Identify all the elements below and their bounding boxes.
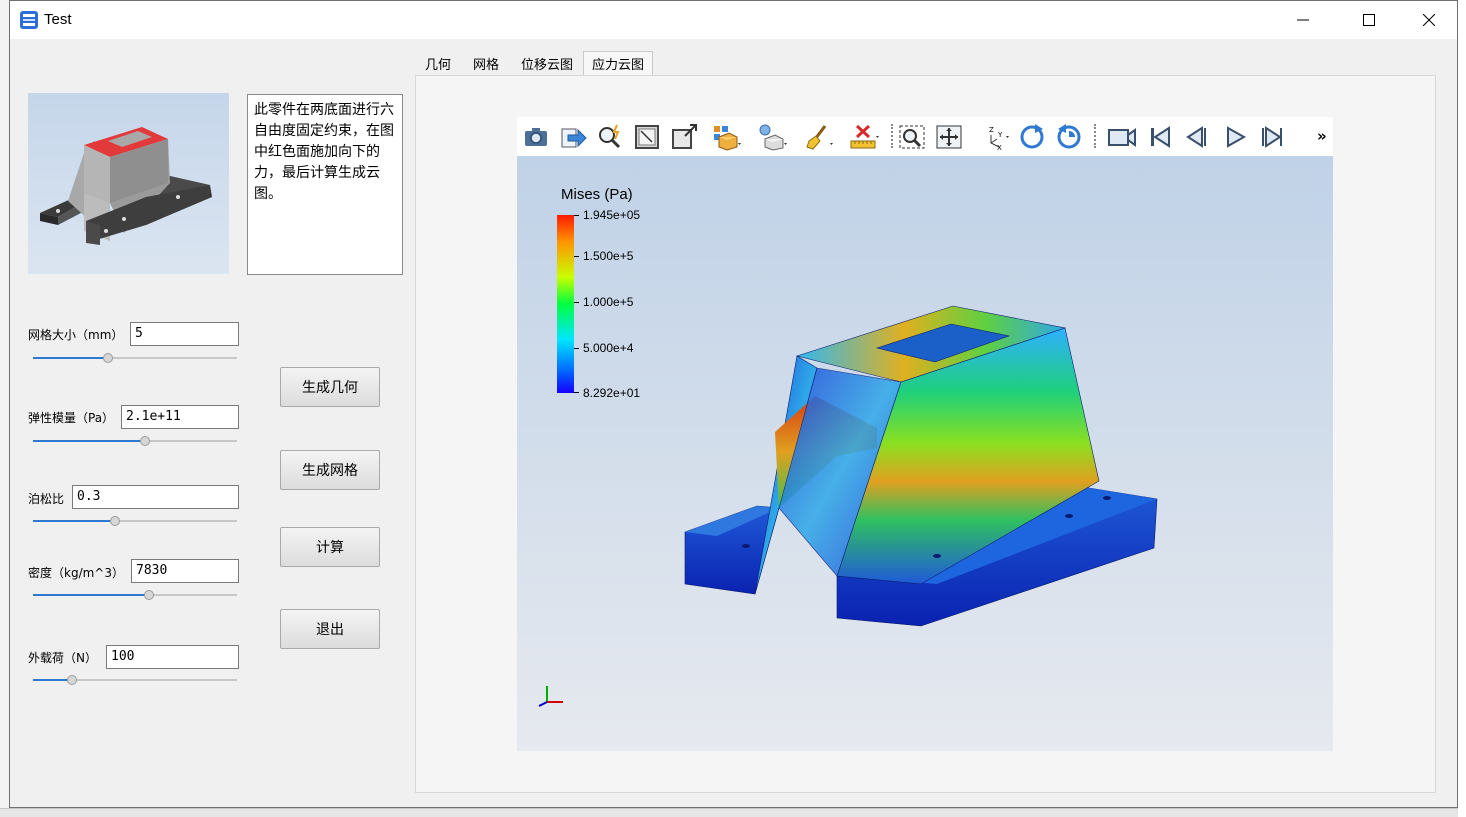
tab-stress[interactable]: 应力云图 xyxy=(583,51,653,75)
slider-thumb[interactable] xyxy=(144,590,155,600)
slider-fill xyxy=(33,594,150,596)
slider-thumb[interactable] xyxy=(103,353,114,363)
mesh-size-label: 网格大小（mm） xyxy=(28,328,124,342)
slider-fill xyxy=(33,679,72,681)
youngs-modulus-input[interactable]: 2.1e+11 xyxy=(121,405,239,429)
tab-geometry[interactable]: 几何 xyxy=(418,51,458,75)
pan-icon[interactable] xyxy=(934,123,964,151)
part-illustration xyxy=(40,127,212,245)
prev-frame-icon[interactable] xyxy=(1182,123,1212,151)
toolbar-separator xyxy=(891,124,893,148)
more-icon[interactable]: » xyxy=(1317,127,1327,145)
density-slider[interactable] xyxy=(33,590,237,600)
play-icon[interactable] xyxy=(1220,123,1250,151)
clear-brush-icon[interactable] xyxy=(803,123,833,151)
mesh-size-slider[interactable] xyxy=(33,353,237,363)
reset-view-icon[interactable] xyxy=(669,123,699,151)
rotate-ccw-icon[interactable] xyxy=(1054,123,1084,151)
toolbar-separator xyxy=(1094,124,1096,148)
svg-text:Y: Y xyxy=(997,131,1003,139)
slider-fill xyxy=(33,440,146,442)
zoom-box-icon[interactable] xyxy=(897,123,927,151)
lighting-icon[interactable] xyxy=(757,123,787,151)
background-window-strip-right xyxy=(1458,0,1466,817)
background-window-strip xyxy=(0,808,1466,817)
camera-icon[interactable] xyxy=(1107,123,1137,151)
last-frame-icon[interactable] xyxy=(1257,123,1287,151)
svg-text:Z: Z xyxy=(989,126,994,134)
maximize-button[interactable] xyxy=(1340,1,1398,39)
external-load-label: 外载荷（N） xyxy=(28,651,97,665)
screenshot-icon[interactable] xyxy=(521,123,551,151)
axes-orientation-icon[interactable]: ZYX xyxy=(979,123,1009,151)
viewer-toolbar: ZYX » xyxy=(517,117,1333,156)
svg-text:X: X xyxy=(997,144,1002,151)
generate-mesh-button[interactable]: 生成网格 xyxy=(280,450,380,490)
slider-fill xyxy=(33,357,109,359)
density-input[interactable]: 7830 xyxy=(131,559,239,583)
axes-triad-icon xyxy=(538,686,563,707)
stress-viewer[interactable]: ZYX » Mises (Pa) 1.945e+05 1.500e+5 1.00… xyxy=(517,117,1333,751)
youngs-modulus-label: 弹性模量（Pa） xyxy=(28,411,115,425)
remove-ruler-icon[interactable] xyxy=(849,123,879,151)
first-frame-icon[interactable] xyxy=(1145,123,1175,151)
display-mode-icon[interactable] xyxy=(711,123,741,151)
description-text: 此零件在两底面进行六自由度固定约束，在图中红色面施加向下的力，最后计算生成云图。 xyxy=(247,94,403,275)
title-bar[interactable]: Test xyxy=(10,1,1457,39)
slider-thumb[interactable] xyxy=(140,436,151,446)
window-title: Test xyxy=(44,11,72,28)
export-icon[interactable] xyxy=(558,123,588,151)
youngs-modulus-slider[interactable] xyxy=(33,436,237,446)
generate-geometry-button[interactable]: 生成几何 xyxy=(280,367,380,407)
slider-thumb[interactable] xyxy=(109,516,120,526)
density-label: 密度（kg/m^3） xyxy=(28,566,124,580)
minimize-icon xyxy=(1297,19,1309,21)
poisson-ratio-label: 泊松比 xyxy=(28,492,65,506)
close-button[interactable] xyxy=(1400,1,1458,39)
tab-mesh[interactable]: 网格 xyxy=(466,51,506,75)
compute-button[interactable]: 计算 xyxy=(280,527,380,567)
zoom-highlight-icon[interactable] xyxy=(595,123,625,151)
external-load-slider[interactable] xyxy=(33,675,237,685)
tab-displacement[interactable]: 位移云图 xyxy=(514,51,580,75)
slider-fill xyxy=(33,520,115,522)
maximize-icon xyxy=(1363,14,1375,26)
viewport-3d[interactable]: Mises (Pa) 1.945e+05 1.500e+5 1.000e+5 5… xyxy=(517,156,1333,751)
mesh-size-input[interactable]: 5 xyxy=(130,322,239,346)
fit-view-icon[interactable] xyxy=(632,123,662,151)
slider-thumb[interactable] xyxy=(66,675,77,685)
external-load-input[interactable]: 100 xyxy=(106,645,239,669)
close-icon xyxy=(1423,14,1435,26)
main-window: Test 此零件在两底面进行六自由度固定约束，在图中红色面施加向下的力，最后计算… xyxy=(9,0,1458,808)
minimize-button[interactable] xyxy=(1274,1,1332,39)
poisson-ratio-input[interactable]: 0.3 xyxy=(72,485,239,509)
exit-button[interactable]: 退出 xyxy=(280,609,380,649)
app-icon xyxy=(20,11,38,29)
stress-model-render xyxy=(684,305,1158,627)
poisson-ratio-slider[interactable] xyxy=(33,516,237,526)
rotate-cw-icon[interactable] xyxy=(1017,123,1047,151)
part-preview-image xyxy=(28,93,229,274)
